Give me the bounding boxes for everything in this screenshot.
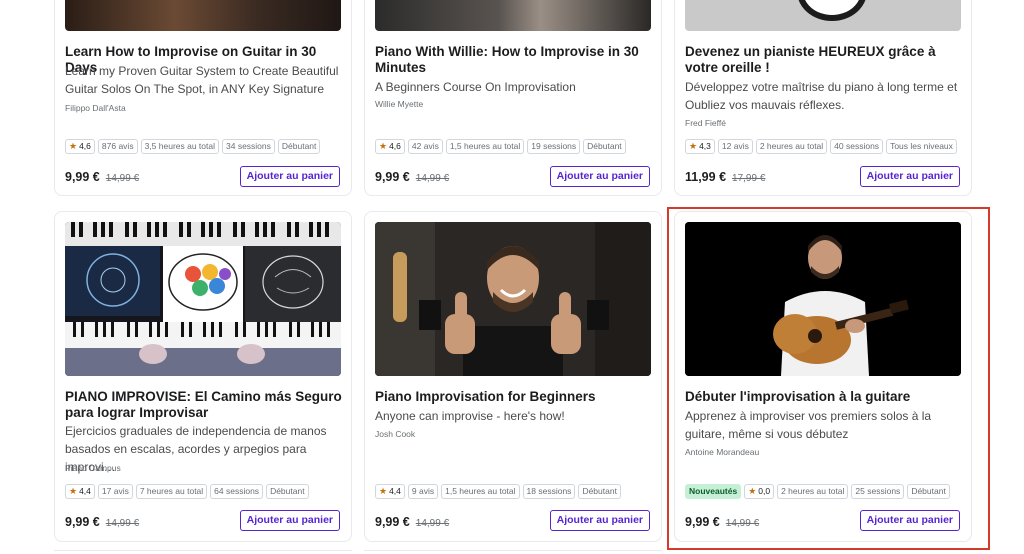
- rating-badge: ★ 4,4: [375, 484, 405, 499]
- headphones-image: [797, 0, 867, 21]
- course-author: Filippo Dall'Asta: [65, 103, 126, 113]
- current-price: 9,99 €: [375, 515, 410, 529]
- course-thumbnail[interactable]: [375, 0, 651, 31]
- course-author: Fred Fieffé: [685, 118, 726, 128]
- course-author: Piano Campus: [65, 463, 121, 473]
- current-price: 9,99 €: [65, 515, 100, 529]
- star-icon: ★: [689, 141, 698, 151]
- course-title[interactable]: PIANO IMPROVISE: El Camino más Seguro pa…: [65, 389, 345, 421]
- rating-value: 4,4: [389, 486, 401, 496]
- sessions-badge: 18 sessions: [522, 484, 576, 499]
- rating-badge: ★ 4,6: [65, 139, 95, 154]
- current-price: 9,99 €: [65, 170, 100, 184]
- course-card-piano-willie[interactable]: Piano With Willie: How to Improvise in 3…: [364, 0, 662, 196]
- course-thumbnail[interactable]: [65, 222, 341, 376]
- course-title[interactable]: Piano With Willie: How to Improvise in 3…: [375, 44, 655, 76]
- add-to-cart-button[interactable]: Ajouter au panier: [239, 510, 340, 531]
- course-author: Willie Myette: [375, 99, 424, 109]
- price-row: 9,99 € 14,99 €: [65, 515, 139, 529]
- original-price: 17,99 €: [732, 173, 766, 184]
- star-icon: ★: [379, 141, 388, 151]
- rating-value: 4,6: [79, 141, 91, 151]
- hours-badge: 1,5 heures au total: [445, 139, 525, 154]
- level-badge: Débutant: [266, 484, 309, 499]
- price-row: 9,99 € 14,99 €: [375, 515, 449, 529]
- highlight-frame: [667, 207, 990, 550]
- next-row-edge: [364, 550, 662, 551]
- original-price: 14,99 €: [105, 173, 140, 184]
- rating-value: 4,6: [389, 141, 401, 151]
- sessions-badge: 19 sessions: [527, 139, 581, 154]
- level-badge: Tous les niveaux: [886, 139, 957, 154]
- star-icon: ★: [379, 486, 388, 496]
- sessions-badge: 64 sessions: [210, 484, 264, 499]
- course-thumbnail[interactable]: [375, 222, 651, 376]
- course-meta: ★ 4,4 17 avis 7 heures au total 64 sessio…: [65, 484, 309, 499]
- course-title[interactable]: Piano Improvisation for Beginners: [375, 389, 655, 405]
- thumbs-up-man-image: [375, 222, 651, 376]
- piano-brain-image: [65, 222, 341, 376]
- rating-value: 4,4: [79, 486, 91, 496]
- price-row: 9,99 € 14,99 €: [375, 170, 449, 184]
- sessions-badge: 40 sessions: [830, 139, 884, 154]
- price-row: 11,99 € 17,99 €: [685, 170, 765, 184]
- rating-badge: ★ 4,3: [685, 139, 715, 154]
- original-price: 14,99 €: [105, 518, 140, 529]
- course-card-pianiste-heureux[interactable]: Devenez un pianiste HEUREUX grâce à votr…: [674, 0, 972, 196]
- hours-badge: 3,5 heures au total: [140, 139, 219, 154]
- hours-badge: 2 heures au total: [755, 139, 828, 154]
- course-title[interactable]: Devenez un pianiste HEUREUX grâce à votr…: [685, 44, 965, 76]
- rating-badge: ★ 4,6: [375, 139, 405, 154]
- next-row-edge: [54, 550, 352, 551]
- course-subtitle: Learn my Proven Guitar System to Create …: [65, 64, 339, 96]
- price-row: 9,99 € 14,99 €: [65, 170, 139, 184]
- add-to-cart-button[interactable]: Ajouter au panier: [859, 166, 960, 187]
- rating-value: 4,3: [699, 141, 711, 151]
- hours-badge: 7 heures au total: [135, 484, 208, 499]
- reviews-badge: 12 avis: [717, 139, 753, 154]
- rating-badge: ★ 4,4: [65, 484, 95, 499]
- add-to-cart-button[interactable]: Ajouter au panier: [549, 510, 650, 531]
- course-meta: ★ 4,4 9 avis 1,5 heures au total 18 sessi…: [375, 484, 621, 499]
- level-badge: Débutant: [578, 484, 621, 499]
- course-thumbnail[interactable]: [65, 0, 341, 31]
- current-price: 11,99 €: [685, 170, 727, 184]
- reviews-badge: 42 avis: [407, 139, 443, 154]
- course-card-piano-improvise[interactable]: PIANO IMPROVISE: El Camino más Seguro pa…: [54, 211, 352, 542]
- course-meta: ★ 4,3 12 avis 2 heures au total 40 sessio…: [685, 139, 957, 154]
- sessions-badge: 34 sessions: [222, 139, 275, 154]
- level-badge: Débutant: [583, 139, 626, 154]
- level-badge: Débutant: [277, 139, 321, 154]
- original-price: 14,99 €: [415, 173, 450, 184]
- course-card-piano-improvisation-beginners[interactable]: Piano Improvisation for Beginners Anyone…: [364, 211, 662, 542]
- course-subtitle: Développez votre maîtrise du piano à lon…: [685, 80, 958, 112]
- reviews-badge: 876 avis: [97, 139, 138, 154]
- star-icon: ★: [69, 141, 78, 151]
- course-author: Josh Cook: [375, 429, 416, 439]
- reviews-badge: 9 avis: [407, 484, 439, 499]
- course-meta: ★ 4,6 42 avis 1,5 heures au total 19 sess…: [375, 139, 626, 154]
- current-price: 9,99 €: [375, 170, 410, 184]
- course-subtitle: Anyone can improvise - here's how!: [375, 409, 565, 423]
- course-card-guitar-30-days[interactable]: Learn How to Improvise on Guitar in 30 D…: [54, 0, 352, 196]
- course-subtitle: A Beginners Course On Improvisation: [375, 80, 576, 94]
- course-meta: ★ 4,6 876 avis 3,5 heures au total 34 ses…: [65, 139, 321, 154]
- reviews-badge: 17 avis: [97, 484, 133, 499]
- original-price: 14,99 €: [415, 518, 450, 529]
- hours-badge: 1,5 heures au total: [441, 484, 520, 499]
- add-to-cart-button[interactable]: Ajouter au panier: [239, 166, 340, 187]
- star-icon: ★: [69, 486, 78, 496]
- course-thumbnail[interactable]: [685, 0, 961, 31]
- add-to-cart-button[interactable]: Ajouter au panier: [549, 166, 650, 187]
